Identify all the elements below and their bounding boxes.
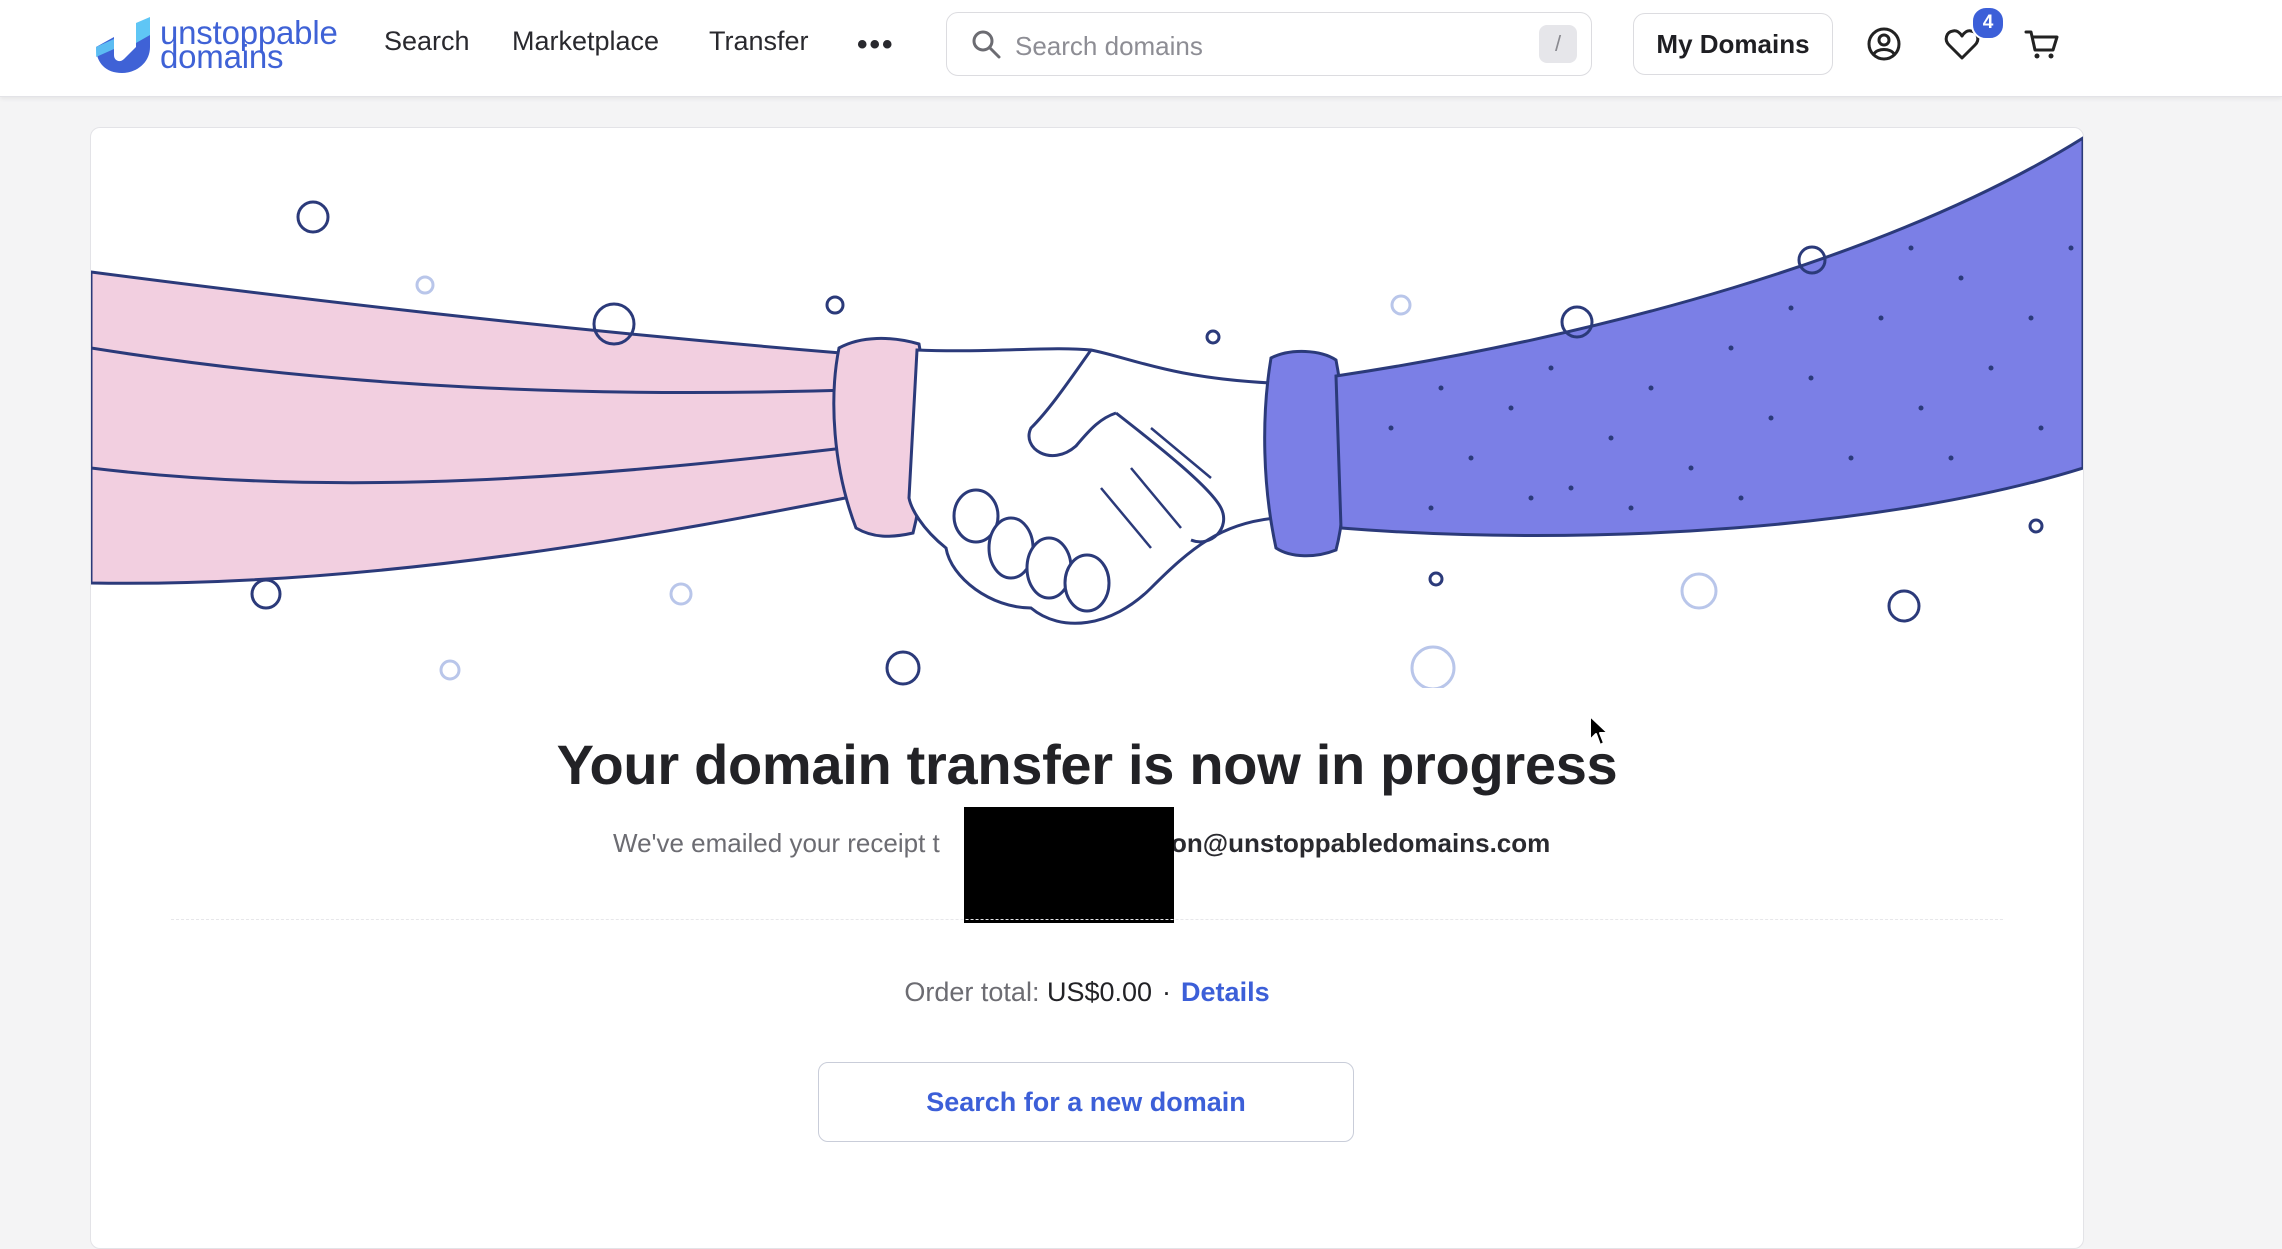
nav-transfer-link[interactable]: Transfer: [709, 26, 809, 57]
order-total-amount: US$0.00: [1046, 977, 1153, 1007]
section-divider: [171, 919, 2003, 920]
cart-icon[interactable]: [2022, 24, 2062, 64]
nav-search-link[interactable]: Search: [384, 26, 470, 57]
search-domains-input[interactable]: [1013, 25, 1487, 67]
unstoppable-u-logo-icon: [96, 17, 150, 73]
separator-dot: ·: [1162, 977, 1172, 1007]
receipt-email-address: on@unstoppabledomains.com: [1171, 828, 1551, 858]
transfer-status-heading: Your domain transfer is now in progress: [556, 733, 1618, 796]
nav-marketplace-link[interactable]: Marketplace: [512, 26, 659, 57]
receipt-message: We've emailed your receipt t: [613, 828, 940, 858]
search-icon: [972, 30, 1001, 59]
mouse-pointer-icon: [1589, 715, 1609, 746]
order-total-line: Order total: US$0.00 · Details: [91, 977, 2083, 1008]
order-details-link[interactable]: Details: [1181, 977, 1270, 1007]
user-circle-icon[interactable]: [1864, 24, 1904, 64]
favorites-count-badge: 4: [1971, 6, 2005, 40]
search-new-domain-button[interactable]: Search for a new domain: [818, 1062, 1354, 1142]
search-shortcut-key: /: [1539, 25, 1577, 63]
redaction-box: [964, 807, 1174, 923]
handshake-illustration: [91, 136, 2083, 688]
more-menu-button[interactable]: •••: [857, 30, 895, 60]
domain-search-box[interactable]: /: [946, 12, 1592, 76]
unstoppable-domains-logo[interactable]: unstoppable domains: [92, 16, 338, 73]
my-domains-button[interactable]: My Domains: [1633, 13, 1833, 75]
order-total-label: Order total:: [904, 977, 1040, 1007]
top-navigation-bar: unstoppable domains Search Marketplace T…: [0, 0, 2282, 97]
transfer-confirmation-card: Your domain transfer is now in progress …: [90, 127, 2084, 1249]
